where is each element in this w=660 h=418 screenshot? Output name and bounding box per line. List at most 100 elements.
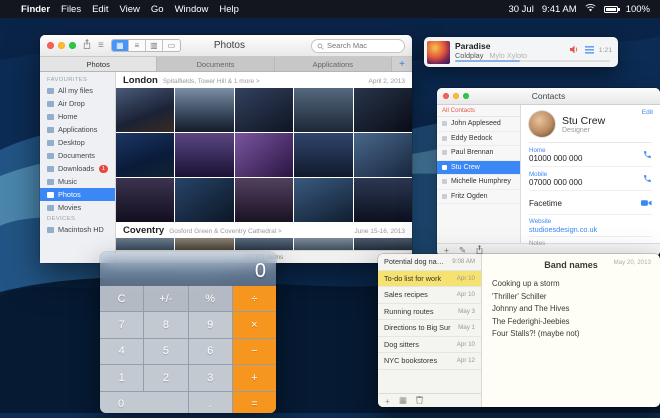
group-subtitle[interactable]: Spitalfields, Tower Hill & 1 more > xyxy=(163,78,260,85)
close-button[interactable] xyxy=(443,93,449,99)
note-detail-pane[interactable]: May 20, 2013 Band names Cooking up a sto… xyxy=(482,254,660,407)
contact-row[interactable]: Fritz Ogden xyxy=(437,190,520,205)
photo-thumbnail[interactable] xyxy=(116,238,174,250)
contact-row[interactable]: Paul Brennan xyxy=(437,146,520,161)
photo-thumbnail[interactable] xyxy=(116,133,174,177)
sidebar-item-photos[interactable]: Photos xyxy=(40,188,115,201)
minus-button[interactable]: − xyxy=(233,339,276,364)
close-button[interactable] xyxy=(47,42,54,49)
digit-3-button[interactable]: 3 xyxy=(189,365,232,390)
group-subtitle[interactable]: Gosford Green & Coventry Cathedral > xyxy=(169,228,282,235)
digit-8-button[interactable]: 8 xyxy=(144,312,187,337)
phone-icon[interactable] xyxy=(643,146,652,164)
digit-4-button[interactable]: 4 xyxy=(100,339,143,364)
plus-minus-button[interactable]: +/- xyxy=(144,286,187,311)
sidebar-item-downloads[interactable]: Downloads1 xyxy=(40,162,115,175)
note-row-selected[interactable]: To-do list for workApr 10 xyxy=(378,271,481,288)
video-call-icon[interactable] xyxy=(641,194,652,212)
contact-row[interactable]: Eddy Bedock xyxy=(437,132,520,147)
equals-button[interactable]: = xyxy=(233,392,276,413)
digit-9-button[interactable]: 9 xyxy=(189,312,232,337)
photo-thumbnail[interactable] xyxy=(294,88,352,132)
sidebar-item-all-my-files[interactable]: All my files xyxy=(40,84,115,97)
sidebar-item-movies[interactable]: Movies xyxy=(40,201,115,214)
menu-item-help[interactable]: Help xyxy=(219,4,239,15)
phone-icon[interactable] xyxy=(643,170,652,188)
contact-photo[interactable] xyxy=(529,111,555,137)
photo-thumbnail[interactable] xyxy=(294,178,352,222)
note-row[interactable]: Potential dog names9:08 AM xyxy=(378,254,481,271)
battery-icon[interactable] xyxy=(604,6,618,13)
decimal-button[interactable]: . xyxy=(189,392,232,413)
tab-photos[interactable]: Photos xyxy=(40,57,157,71)
next-track[interactable]: Mylo Xyloto xyxy=(489,51,527,60)
website-link[interactable]: studioesdesign.co.uk xyxy=(529,225,597,234)
digit-2-button[interactable]: 2 xyxy=(144,365,187,390)
edit-button[interactable]: Edit xyxy=(642,109,653,116)
tab-applications[interactable]: Applications xyxy=(275,57,392,71)
plus-button[interactable]: + xyxy=(233,365,276,390)
photo-thumbnail[interactable] xyxy=(235,88,293,132)
zoom-button[interactable] xyxy=(463,93,469,99)
photo-thumbnail[interactable] xyxy=(175,178,233,222)
sidebar-item-airdrop[interactable]: Air Drop xyxy=(40,97,115,110)
column-view-button[interactable]: ▥ xyxy=(146,40,163,51)
menu-clock[interactable]: 9:41 AM xyxy=(542,4,577,15)
volume-icon[interactable] xyxy=(570,41,580,59)
photo-thumbnail[interactable] xyxy=(235,178,293,222)
photo-thumbnail[interactable] xyxy=(175,133,233,177)
menu-item-window[interactable]: Window xyxy=(175,4,209,15)
photo-thumbnail[interactable] xyxy=(175,88,233,132)
percent-button[interactable]: % xyxy=(189,286,232,311)
field-value[interactable]: 01000 000 000 xyxy=(529,154,582,163)
menu-item-go[interactable]: Go xyxy=(151,4,164,15)
photo-thumbnail[interactable] xyxy=(354,178,412,222)
playlist-icon[interactable] xyxy=(585,41,594,59)
sidebar-item-music[interactable]: Music xyxy=(40,175,115,188)
photo-thumbnail[interactable] xyxy=(116,178,174,222)
photo-thumbnail[interactable] xyxy=(354,133,412,177)
photo-thumbnail[interactable] xyxy=(235,238,293,250)
note-row[interactable]: Dog sittersApr 10 xyxy=(378,337,481,354)
contact-row[interactable]: Michelle Humphrey xyxy=(437,175,520,190)
divide-button[interactable]: ÷ xyxy=(233,286,276,311)
tab-documents[interactable]: Documents xyxy=(157,57,274,71)
contact-row-selected[interactable]: Stu Crew xyxy=(437,161,520,176)
coverflow-view-button[interactable]: ▭ xyxy=(163,40,180,51)
search-field[interactable] xyxy=(311,39,405,53)
icon-view-button[interactable]: ▦ xyxy=(112,40,129,51)
digit-5-button[interactable]: 5 xyxy=(144,339,187,364)
digit-1-button[interactable]: 1 xyxy=(100,365,143,390)
minimize-button[interactable] xyxy=(58,42,65,49)
progress-bar[interactable] xyxy=(455,60,610,62)
field-value[interactable]: 07000 000 000 xyxy=(529,178,582,187)
photo-thumbnail[interactable] xyxy=(354,88,412,132)
note-row[interactable]: NYC bookstoresApr 12 xyxy=(378,353,481,370)
digit-6-button[interactable]: 6 xyxy=(189,339,232,364)
delete-note-icon[interactable] xyxy=(416,396,423,406)
digit-7-button[interactable]: 7 xyxy=(100,312,143,337)
list-view-button[interactable]: ≡ xyxy=(129,40,146,51)
note-row[interactable]: Sales recipesApr 10 xyxy=(378,287,481,304)
photo-thumbnail[interactable] xyxy=(175,238,233,250)
note-row[interactable]: Directions to Big SurMay 1 xyxy=(378,320,481,337)
multiply-button[interactable]: × xyxy=(233,312,276,337)
note-row[interactable]: Running routesMay 3 xyxy=(378,304,481,321)
album-art[interactable] xyxy=(427,41,450,64)
sidebar-item-desktop[interactable]: Desktop xyxy=(40,136,115,149)
digit-0-button[interactable]: 0 xyxy=(100,392,188,413)
add-note-button[interactable]: + xyxy=(385,396,390,406)
menu-item-files[interactable]: Files xyxy=(61,4,81,15)
contacts-group-header[interactable]: All Contacts xyxy=(437,105,520,117)
grid-view-button[interactable]: ▦ xyxy=(399,395,407,406)
contact-row[interactable]: John Appleseed xyxy=(437,117,520,132)
menu-item-view[interactable]: View xyxy=(119,4,139,15)
photo-thumbnail[interactable] xyxy=(235,133,293,177)
sidebar-item-documents[interactable]: Documents xyxy=(40,149,115,162)
photo-thumbnail[interactable] xyxy=(116,88,174,132)
share-icon[interactable] xyxy=(83,39,91,52)
search-input[interactable] xyxy=(327,41,399,50)
menu-item-edit[interactable]: Edit xyxy=(92,4,108,15)
sidebar-item-applications[interactable]: Applications xyxy=(40,123,115,136)
minimize-button[interactable] xyxy=(453,93,459,99)
